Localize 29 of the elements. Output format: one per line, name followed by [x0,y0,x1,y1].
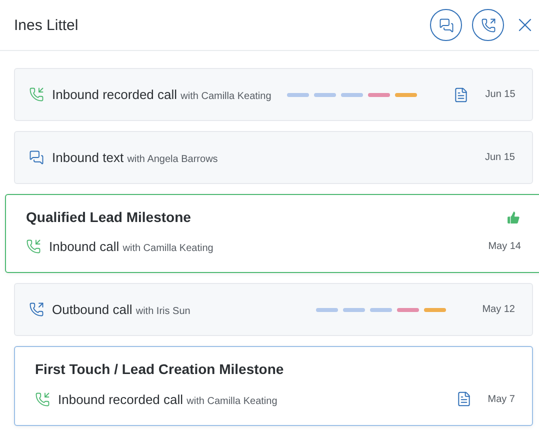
milestone-title: Qualified Lead Milestone [26,209,191,225]
activity-date: May 14 [488,241,521,252]
incoming-call-icon [29,87,44,102]
outgoing-call-icon [29,302,44,317]
activity-date: May 12 [482,304,515,315]
outgoing-call-icon [480,18,496,32]
activity-title: Inbound recorded call with Camilla Keating [58,392,278,406]
activity-date: Jun 15 [485,89,516,100]
activity-date: Jun 15 [484,152,515,163]
incoming-call-icon [26,239,41,254]
activity-card[interactable]: Inbound text with Angela Barrows Jun 15 [14,131,533,184]
milestone-card[interactable]: First Touch / Lead Creation Milestone Inbound recorded call with Camilla Keating May 7 [14,346,533,426]
milestone-card[interactable]: Qualified Lead Milestone Inbound call with Camilla Keating May 14 [5,194,539,273]
chat-icon [438,18,454,32]
activity-title: Outbound call with Iris Sun [52,302,190,317]
contact-name: Ines Littel [14,16,80,34]
document-icon[interactable] [453,86,470,102]
document-icon[interactable] [456,391,472,407]
activity-title: Inbound text with Angela Barrows [52,150,218,165]
message-button[interactable] [430,9,462,41]
chat-icon [29,150,44,165]
activity-card[interactable]: Outbound call with Iris Sun May 12 [14,283,533,336]
call-button[interactable] [472,9,504,41]
activity-title: Inbound recorded call with Camilla Keating [52,87,272,102]
activity-date: May 7 [488,394,515,404]
incoming-call-icon [35,392,50,406]
milestone-title: First Touch / Lead Creation Milestone [35,361,284,377]
activity-title: Inbound call with Camilla Keating [49,239,214,254]
activity-card[interactable]: Inbound recorded call with Camilla Keating Jun 15 [14,68,533,121]
